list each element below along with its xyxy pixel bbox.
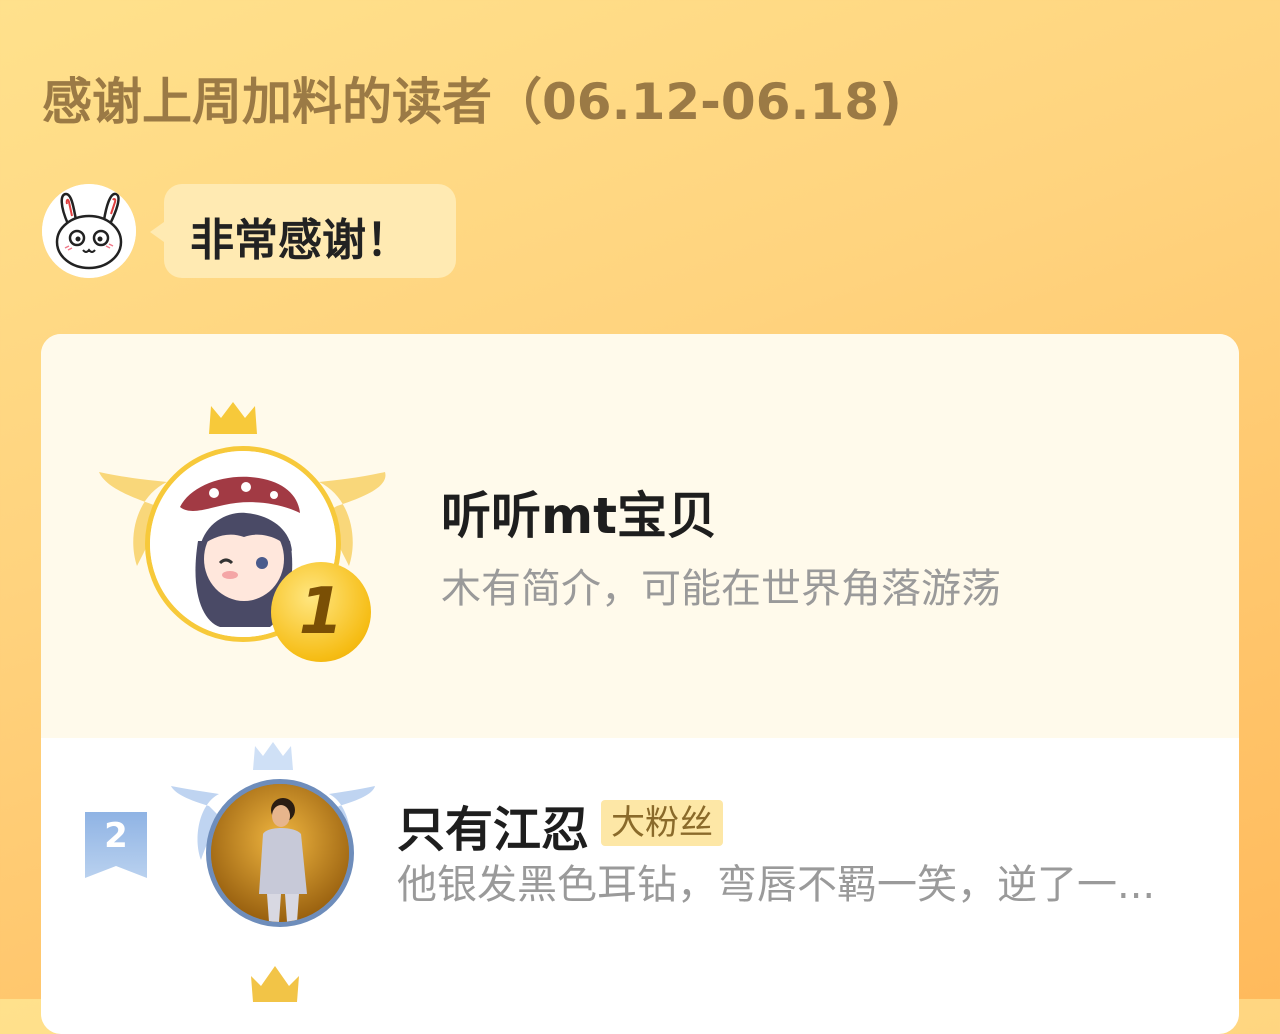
page-title: 感谢上周加料的读者（06.12-06.18) — [42, 73, 902, 131]
greeting-bubble: 非常感谢！ — [150, 184, 456, 278]
rank2-avatar[interactable] — [206, 779, 354, 927]
ranking-card: 1 听听mt宝贝 木有简介，可能在世界角落游荡 2 只有江忍 大粉丝 他银发黑色… — [41, 334, 1239, 1034]
rank2-username[interactable]: 只有江忍 — [397, 790, 589, 860]
rank3-crown-icon — [251, 966, 299, 1002]
rank1-bio: 木有简介，可能在世界角落游荡 — [441, 566, 1001, 612]
super-fan-badge: 大粉丝 — [601, 800, 723, 846]
rank2-bio: 他银发黑色耳钻，弯唇不羁一笑，逆了一... — [397, 862, 1156, 908]
rank1-username[interactable]: 听听mt宝贝 — [441, 476, 717, 548]
rank2-number: 2 — [104, 816, 128, 856]
greeting-message: 非常感谢！ — [190, 215, 410, 266]
rank1-number: 1 — [298, 575, 344, 649]
rabbit-mascot-icon — [42, 184, 136, 278]
